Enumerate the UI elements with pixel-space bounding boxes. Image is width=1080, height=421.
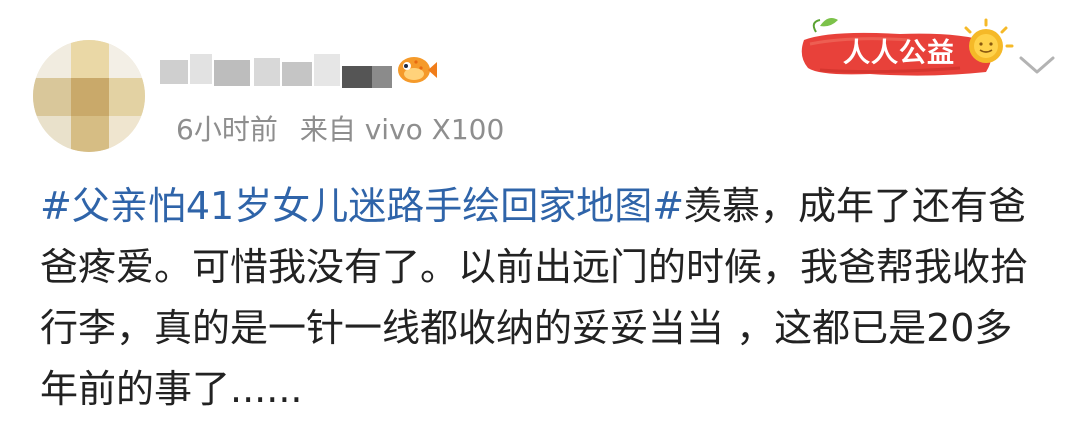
post-timestamp: 6小时前	[176, 113, 278, 146]
charity-badge[interactable]: 人人公益	[790, 12, 1020, 88]
avatar[interactable]	[33, 40, 145, 152]
post-meta: 6小时前 来自 vivo X100	[176, 110, 504, 150]
weibo-post: 6小时前 来自 vivo X100 人人公益 #父亲怕41岁女儿迷路手绘回家地图…	[0, 0, 1080, 421]
puffer-fish-icon	[398, 57, 437, 83]
hashtag-link[interactable]: #父亲怕41岁女儿迷路手绘回家地图#	[40, 184, 684, 228]
chevron-down-icon[interactable]	[1017, 50, 1057, 80]
post-text: #父亲怕41岁女儿迷路手绘回家地图#羡慕，成年了还有爸爸疼爱。可惜我没有了。以前…	[40, 176, 1050, 420]
username-mosaic[interactable]	[158, 48, 398, 94]
post-source[interactable]: 来自 vivo X100	[300, 113, 504, 146]
charity-badge-label: 人人公益	[843, 38, 955, 69]
